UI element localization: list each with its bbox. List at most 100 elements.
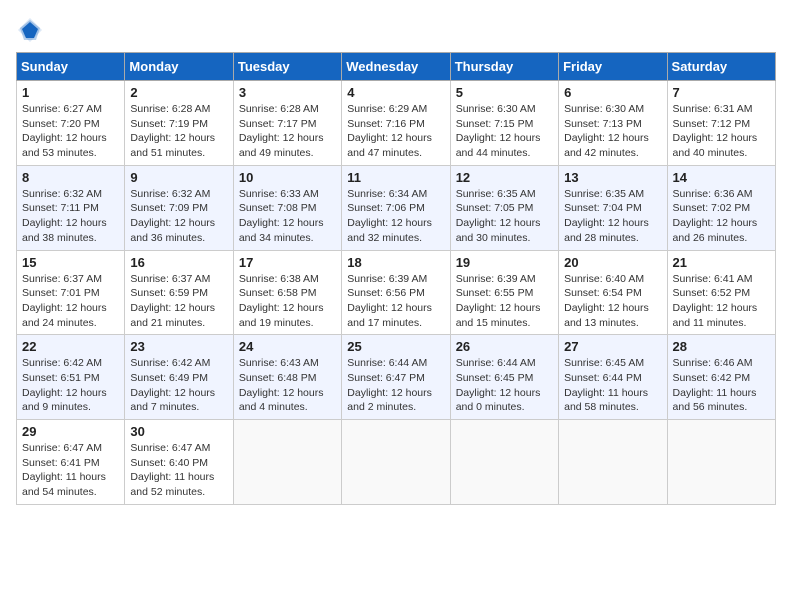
day-info: Sunrise: 6:28 AM Sunset: 7:17 PM Dayligh… [239,102,336,161]
day-info: Sunrise: 6:37 AM Sunset: 7:01 PM Dayligh… [22,272,119,331]
day-number: 14 [673,170,770,185]
col-header-monday: Monday [125,53,233,81]
day-number: 11 [347,170,444,185]
calendar-cell: 14 Sunrise: 6:36 AM Sunset: 7:02 PM Dayl… [667,165,775,250]
day-number: 30 [130,424,227,439]
calendar-cell: 25 Sunrise: 6:44 AM Sunset: 6:47 PM Dayl… [342,335,450,420]
calendar-cell: 26 Sunrise: 6:44 AM Sunset: 6:45 PM Dayl… [450,335,558,420]
col-header-thursday: Thursday [450,53,558,81]
day-number: 16 [130,255,227,270]
day-number: 24 [239,339,336,354]
day-number: 20 [564,255,661,270]
day-info: Sunrise: 6:39 AM Sunset: 6:56 PM Dayligh… [347,272,444,331]
calendar-cell [233,420,341,505]
calendar-cell: 30 Sunrise: 6:47 AM Sunset: 6:40 PM Dayl… [125,420,233,505]
calendar-cell [342,420,450,505]
day-number: 27 [564,339,661,354]
calendar-cell: 8 Sunrise: 6:32 AM Sunset: 7:11 PM Dayli… [17,165,125,250]
calendar-cell: 1 Sunrise: 6:27 AM Sunset: 7:20 PM Dayli… [17,81,125,166]
day-number: 8 [22,170,119,185]
day-number: 29 [22,424,119,439]
day-number: 23 [130,339,227,354]
day-number: 25 [347,339,444,354]
col-header-sunday: Sunday [17,53,125,81]
day-number: 6 [564,85,661,100]
day-number: 10 [239,170,336,185]
day-number: 19 [456,255,553,270]
day-number: 15 [22,255,119,270]
calendar-week-row: 8 Sunrise: 6:32 AM Sunset: 7:11 PM Dayli… [17,165,776,250]
day-number: 3 [239,85,336,100]
calendar-cell: 6 Sunrise: 6:30 AM Sunset: 7:13 PM Dayli… [559,81,667,166]
day-info: Sunrise: 6:30 AM Sunset: 7:13 PM Dayligh… [564,102,661,161]
day-info: Sunrise: 6:37 AM Sunset: 6:59 PM Dayligh… [130,272,227,331]
col-header-saturday: Saturday [667,53,775,81]
calendar-cell: 18 Sunrise: 6:39 AM Sunset: 6:56 PM Dayl… [342,250,450,335]
calendar-cell: 20 Sunrise: 6:40 AM Sunset: 6:54 PM Dayl… [559,250,667,335]
calendar-week-row: 29 Sunrise: 6:47 AM Sunset: 6:41 PM Dayl… [17,420,776,505]
col-header-tuesday: Tuesday [233,53,341,81]
col-header-friday: Friday [559,53,667,81]
day-info: Sunrise: 6:42 AM Sunset: 6:51 PM Dayligh… [22,356,119,415]
page-header [16,16,776,44]
calendar-cell: 5 Sunrise: 6:30 AM Sunset: 7:15 PM Dayli… [450,81,558,166]
day-number: 5 [456,85,553,100]
day-info: Sunrise: 6:27 AM Sunset: 7:20 PM Dayligh… [22,102,119,161]
calendar-cell: 2 Sunrise: 6:28 AM Sunset: 7:19 PM Dayli… [125,81,233,166]
day-info: Sunrise: 6:47 AM Sunset: 6:40 PM Dayligh… [130,441,227,500]
calendar-cell: 28 Sunrise: 6:46 AM Sunset: 6:42 PM Dayl… [667,335,775,420]
day-number: 21 [673,255,770,270]
day-number: 1 [22,85,119,100]
calendar-cell: 19 Sunrise: 6:39 AM Sunset: 6:55 PM Dayl… [450,250,558,335]
calendar-cell: 10 Sunrise: 6:33 AM Sunset: 7:08 PM Dayl… [233,165,341,250]
calendar-cell [559,420,667,505]
day-info: Sunrise: 6:35 AM Sunset: 7:04 PM Dayligh… [564,187,661,246]
day-number: 4 [347,85,444,100]
day-info: Sunrise: 6:30 AM Sunset: 7:15 PM Dayligh… [456,102,553,161]
calendar-cell: 22 Sunrise: 6:42 AM Sunset: 6:51 PM Dayl… [17,335,125,420]
calendar-cell: 16 Sunrise: 6:37 AM Sunset: 6:59 PM Dayl… [125,250,233,335]
calendar-cell: 27 Sunrise: 6:45 AM Sunset: 6:44 PM Dayl… [559,335,667,420]
day-info: Sunrise: 6:42 AM Sunset: 6:49 PM Dayligh… [130,356,227,415]
day-number: 7 [673,85,770,100]
day-number: 12 [456,170,553,185]
calendar-cell: 24 Sunrise: 6:43 AM Sunset: 6:48 PM Dayl… [233,335,341,420]
day-info: Sunrise: 6:41 AM Sunset: 6:52 PM Dayligh… [673,272,770,331]
day-info: Sunrise: 6:44 AM Sunset: 6:47 PM Dayligh… [347,356,444,415]
calendar-cell [667,420,775,505]
day-info: Sunrise: 6:40 AM Sunset: 6:54 PM Dayligh… [564,272,661,331]
day-info: Sunrise: 6:32 AM Sunset: 7:09 PM Dayligh… [130,187,227,246]
day-info: Sunrise: 6:38 AM Sunset: 6:58 PM Dayligh… [239,272,336,331]
calendar-week-row: 1 Sunrise: 6:27 AM Sunset: 7:20 PM Dayli… [17,81,776,166]
calendar-cell: 15 Sunrise: 6:37 AM Sunset: 7:01 PM Dayl… [17,250,125,335]
day-number: 17 [239,255,336,270]
calendar-table: SundayMondayTuesdayWednesdayThursdayFrid… [16,52,776,505]
day-info: Sunrise: 6:39 AM Sunset: 6:55 PM Dayligh… [456,272,553,331]
day-info: Sunrise: 6:44 AM Sunset: 6:45 PM Dayligh… [456,356,553,415]
calendar-cell [450,420,558,505]
logo-icon [16,16,44,44]
day-info: Sunrise: 6:43 AM Sunset: 6:48 PM Dayligh… [239,356,336,415]
calendar-cell: 21 Sunrise: 6:41 AM Sunset: 6:52 PM Dayl… [667,250,775,335]
day-info: Sunrise: 6:36 AM Sunset: 7:02 PM Dayligh… [673,187,770,246]
calendar-cell: 29 Sunrise: 6:47 AM Sunset: 6:41 PM Dayl… [17,420,125,505]
day-number: 13 [564,170,661,185]
col-header-wednesday: Wednesday [342,53,450,81]
day-info: Sunrise: 6:33 AM Sunset: 7:08 PM Dayligh… [239,187,336,246]
day-info: Sunrise: 6:31 AM Sunset: 7:12 PM Dayligh… [673,102,770,161]
logo [16,16,48,44]
day-info: Sunrise: 6:47 AM Sunset: 6:41 PM Dayligh… [22,441,119,500]
day-info: Sunrise: 6:34 AM Sunset: 7:06 PM Dayligh… [347,187,444,246]
calendar-cell: 3 Sunrise: 6:28 AM Sunset: 7:17 PM Dayli… [233,81,341,166]
calendar-week-row: 15 Sunrise: 6:37 AM Sunset: 7:01 PM Dayl… [17,250,776,335]
calendar-cell: 7 Sunrise: 6:31 AM Sunset: 7:12 PM Dayli… [667,81,775,166]
day-info: Sunrise: 6:32 AM Sunset: 7:11 PM Dayligh… [22,187,119,246]
calendar-cell: 4 Sunrise: 6:29 AM Sunset: 7:16 PM Dayli… [342,81,450,166]
calendar-cell: 12 Sunrise: 6:35 AM Sunset: 7:05 PM Dayl… [450,165,558,250]
calendar-cell: 13 Sunrise: 6:35 AM Sunset: 7:04 PM Dayl… [559,165,667,250]
day-number: 26 [456,339,553,354]
calendar-header-row: SundayMondayTuesdayWednesdayThursdayFrid… [17,53,776,81]
calendar-week-row: 22 Sunrise: 6:42 AM Sunset: 6:51 PM Dayl… [17,335,776,420]
day-number: 2 [130,85,227,100]
calendar-cell: 9 Sunrise: 6:32 AM Sunset: 7:09 PM Dayli… [125,165,233,250]
